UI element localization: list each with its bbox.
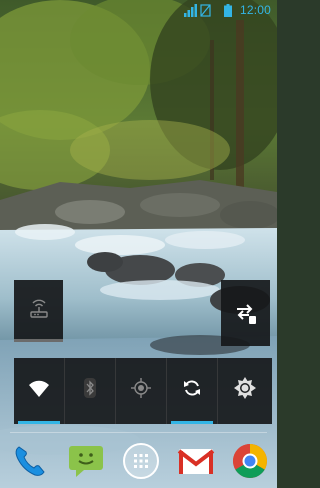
dock xyxy=(0,432,277,488)
data-transfer-widget[interactable] xyxy=(221,280,270,346)
status-bar[interactable]: 12:00 xyxy=(0,0,277,20)
wifi-state-bar xyxy=(18,421,60,424)
gps-icon xyxy=(131,378,151,398)
bluetooth-icon xyxy=(84,378,96,398)
data-transfer-icon xyxy=(236,304,256,324)
hotspot-state-bar xyxy=(14,339,63,342)
sync-toggle[interactable] xyxy=(167,358,218,424)
wifi-hotspot-icon xyxy=(29,299,48,318)
brightness-toggle[interactable] xyxy=(218,358,272,424)
gps-toggle[interactable] xyxy=(116,358,167,424)
dock-divider xyxy=(10,432,267,433)
battery-icon xyxy=(224,4,232,17)
wifi-icon xyxy=(29,380,49,397)
clock: 12:00 xyxy=(239,3,271,17)
sync-state-bar xyxy=(171,421,213,424)
messaging-icon[interactable] xyxy=(66,441,106,481)
gmail-icon[interactable] xyxy=(176,441,216,481)
brightness-icon xyxy=(234,377,256,399)
no-sim-icon xyxy=(200,4,211,17)
app-drawer-icon[interactable] xyxy=(121,441,161,481)
sync-icon xyxy=(184,380,200,396)
wifi-toggle[interactable] xyxy=(14,358,65,424)
bluetooth-toggle[interactable] xyxy=(65,358,116,424)
chrome-icon[interactable] xyxy=(230,441,270,481)
phone-icon[interactable] xyxy=(10,441,50,481)
power-control-widget xyxy=(14,358,272,424)
signal-icon xyxy=(184,4,197,17)
hotspot-widget[interactable] xyxy=(14,280,63,342)
